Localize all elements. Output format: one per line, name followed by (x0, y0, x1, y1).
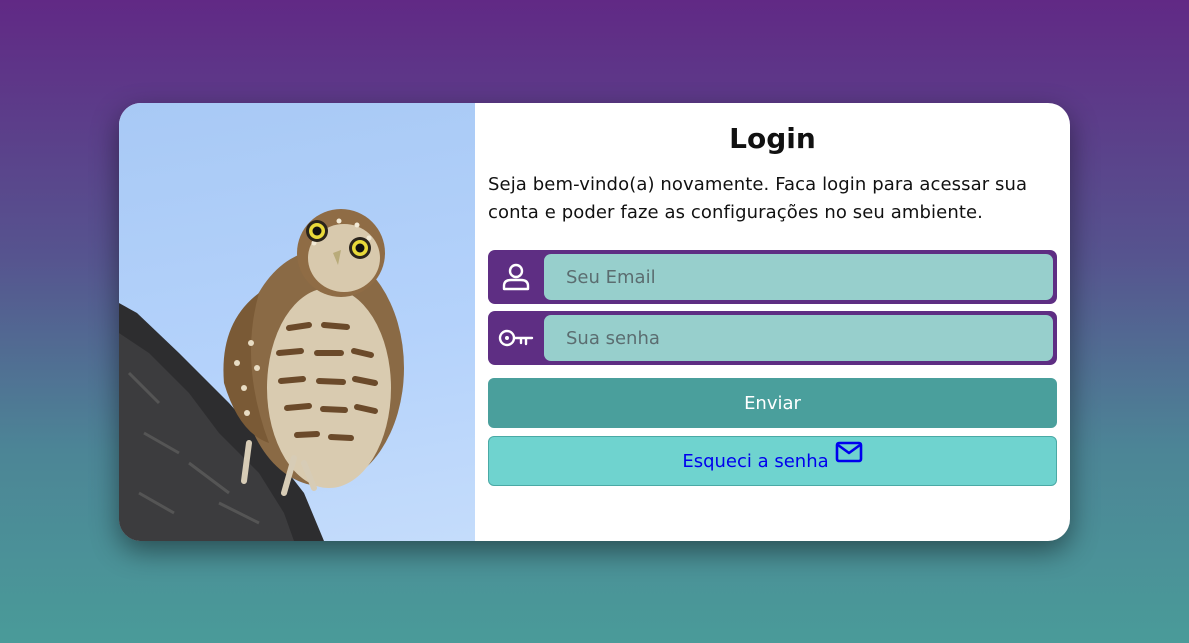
password-field-group (488, 311, 1057, 365)
key-icon (488, 315, 544, 361)
login-fields (488, 250, 1057, 365)
mail-icon (835, 441, 863, 468)
user-icon (488, 254, 544, 300)
welcome-text: Seja bem-vindo(a) novamente. Faca login … (488, 174, 1028, 223)
forgot-password-label: Esqueci a senha (682, 450, 829, 472)
page-title: Login (729, 122, 816, 155)
password-input[interactable] (544, 315, 1053, 361)
owl-photo (119, 103, 475, 541)
forgot-password-button[interactable]: Esqueci a senha (488, 436, 1057, 486)
email-input[interactable] (544, 254, 1053, 300)
email-field-group (488, 250, 1057, 304)
submit-button[interactable]: Enviar (488, 378, 1057, 428)
login-form: Login Seja bem-vindo(a) novamente. Faca … (475, 103, 1070, 541)
login-card: Login Seja bem-vindo(a) novamente. Faca … (119, 103, 1070, 541)
